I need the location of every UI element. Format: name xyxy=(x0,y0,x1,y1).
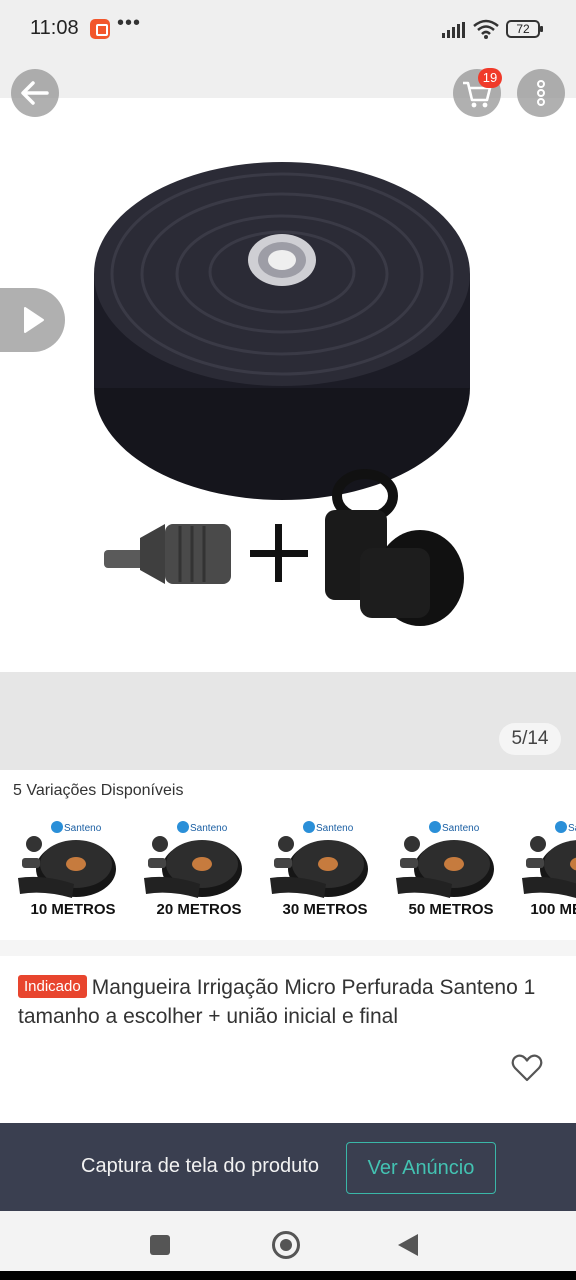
variations-title: 5 Variações Disponíveis xyxy=(13,782,184,799)
heart-icon[interactable] xyxy=(510,1051,544,1085)
variation-brand: Santeno xyxy=(316,823,354,834)
variation-brand: Santeno xyxy=(190,823,228,834)
more-vertical-icon xyxy=(537,80,545,106)
back-button[interactable] xyxy=(11,69,59,117)
indicado-badge: Indicado xyxy=(18,975,87,998)
variation-label: 30 METROS xyxy=(282,901,367,918)
variation-label: 100 METROS xyxy=(530,901,576,918)
system-nav-bar xyxy=(0,1211,576,1271)
variation-brand: Santeno xyxy=(64,823,102,834)
screenshot-banner: Captura de tela do produto Ver Anúncio xyxy=(0,1123,576,1211)
section-divider xyxy=(0,940,576,956)
product-image xyxy=(94,162,470,626)
play-video-button[interactable] xyxy=(0,288,65,352)
capture-text: Captura de tela do produto xyxy=(81,1155,319,1177)
product-title-text: Mangueira Irrigação Micro Perfurada Sant… xyxy=(18,976,536,1028)
status-time: 11:08 xyxy=(30,17,79,39)
signal-icon xyxy=(442,22,465,38)
back-arrow-icon xyxy=(21,81,49,105)
variation-option[interactable]: Santeno 50 METROS xyxy=(392,814,510,926)
variation-brand: Santeno xyxy=(568,823,576,834)
nav-home-icon[interactable] xyxy=(272,1231,300,1259)
status-bar: 11:08 ••• 72 xyxy=(0,0,576,60)
variation-option[interactable]: Santeno 20 METROS xyxy=(140,814,258,926)
variation-option[interactable]: Santeno 30 METROS xyxy=(266,814,384,926)
variation-label: 10 METROS xyxy=(30,901,115,918)
variations-section: 5 Variações Disponíveis Santeno 10 METROS… xyxy=(0,770,576,940)
variation-brand: Santeno xyxy=(442,823,480,834)
battery-icon: 72 xyxy=(506,20,543,38)
variation-label: 50 METROS xyxy=(408,901,493,918)
wifi-icon xyxy=(473,19,499,39)
product-title: Indicado Mangueira Irrigação Micro Perfur… xyxy=(18,973,566,1031)
status-more-dots: ••• xyxy=(117,12,142,34)
image-page-indicator: 5/14 xyxy=(499,723,561,755)
more-options-button[interactable] xyxy=(517,69,565,117)
play-icon xyxy=(24,307,44,333)
app-notification-icon xyxy=(90,19,110,39)
variation-option[interactable]: Santeno 10 METROS xyxy=(14,814,132,926)
nav-back-icon[interactable] xyxy=(398,1234,418,1256)
see-ad-button[interactable]: Ver Anúncio xyxy=(346,1142,496,1194)
product-image-gallery[interactable]: 19 5/14 xyxy=(0,60,576,770)
cart-count-badge: 19 xyxy=(478,68,502,88)
nav-recents-icon[interactable] xyxy=(150,1235,170,1255)
variation-option[interactable]: Santeno 100 METROS xyxy=(518,814,576,926)
variation-label: 20 METROS xyxy=(156,901,241,918)
